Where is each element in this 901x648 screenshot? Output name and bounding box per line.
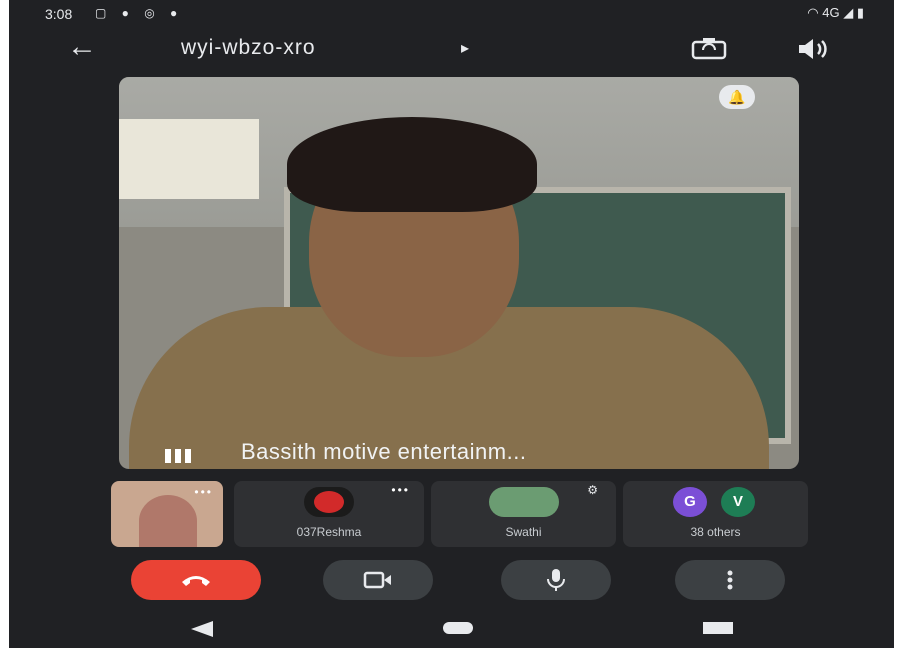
speaker-icon[interactable] — [793, 36, 833, 62]
call-header: ← wyi-wbzo-xro ▸ — [9, 28, 894, 72]
battery-icon: ▮ — [856, 5, 864, 20]
meet-call-screen: 3:08 ▢ ● ◎ ● ◠ 4G ◢ ▮ ← wyi-wbzo-xro ▸ 🔔 — [9, 0, 894, 648]
end-call-button[interactable] — [131, 560, 261, 600]
participant-tile[interactable]: ••• 037Reshma — [234, 481, 424, 547]
microphone-icon — [547, 569, 565, 591]
wall-poster — [119, 119, 259, 199]
others-tile[interactable]: G V 38 others — [623, 481, 808, 547]
pin-icon[interactable]: ⚙ — [587, 483, 598, 497]
notification-icons: ▢ ● ◎ ● — [95, 6, 184, 20]
self-video — [139, 495, 197, 547]
avatar — [304, 487, 354, 517]
microphone-toggle-button[interactable] — [501, 560, 611, 600]
status-right: ◠ 4G ◢ ▮ — [807, 5, 864, 21]
more-horizontal-icon[interactable]: ••• — [194, 485, 213, 499]
notification-bell-icon[interactable]: 🔔 — [719, 85, 755, 109]
wifi-icon: ◠ — [807, 5, 819, 20]
audio-level-icon — [165, 449, 191, 463]
avatar: G — [673, 487, 707, 517]
status-time: 3:08 — [45, 6, 73, 22]
self-view-tile[interactable]: ••• — [111, 481, 223, 547]
avatar — [488, 487, 559, 517]
android-nav-bar — [9, 612, 894, 648]
signal-icon: ◢ — [843, 5, 854, 20]
video-camera-icon — [363, 571, 391, 589]
nav-recents-icon[interactable] — [703, 622, 733, 634]
others-count: 38 others — [690, 525, 741, 539]
avatar: V — [721, 487, 755, 517]
nav-back-icon[interactable] — [189, 620, 215, 638]
chevron-right-icon[interactable]: ▸ — [461, 38, 469, 58]
participant-strip: ••• ••• 037Reshma ⚙ Swathi G V 38 others — [111, 481, 811, 549]
more-options-button[interactable] — [675, 560, 785, 600]
participant-tile[interactable]: ⚙ Swathi — [431, 481, 616, 547]
participant-name: Swathi — [505, 525, 542, 539]
network-type: 4G — [822, 5, 840, 20]
main-video-feed[interactable]: 🔔 Bassith motive entertainm... — [119, 77, 799, 469]
nav-home-icon[interactable] — [443, 622, 473, 634]
phone-hangup-icon — [182, 576, 210, 586]
back-arrow-icon[interactable]: ← — [67, 32, 97, 62]
call-controls — [9, 560, 894, 604]
more-vertical-icon — [727, 570, 733, 590]
camera-toggle-button[interactable] — [323, 560, 433, 600]
camera-switch-icon[interactable] — [689, 36, 729, 62]
more-horizontal-icon[interactable]: ••• — [391, 483, 410, 497]
meeting-code[interactable]: wyi-wbzo-xro — [181, 36, 316, 60]
status-bar: 3:08 ▢ ● ◎ ● ◠ 4G ◢ ▮ — [9, 0, 894, 28]
participant-name: 037Reshma — [296, 525, 362, 539]
speaker-name: Bassith motive entertainm... — [241, 439, 527, 464]
